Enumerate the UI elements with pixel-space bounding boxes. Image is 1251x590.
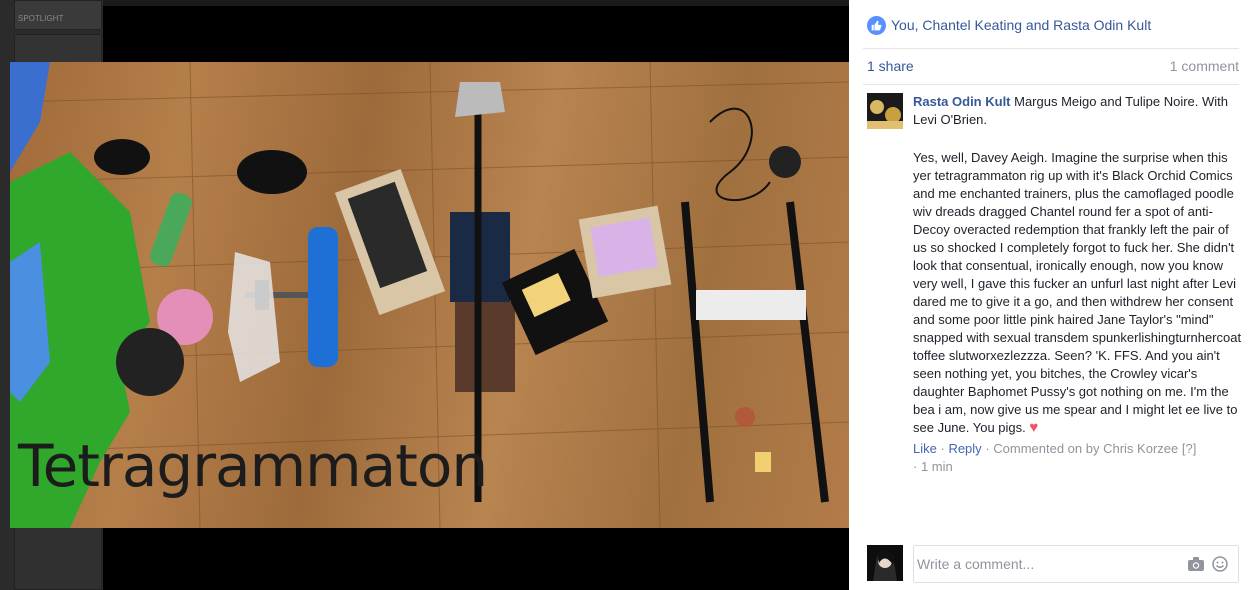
comment-header: Rasta Odin Kult Margus Meigo and Tulipe … <box>913 93 1243 129</box>
likers-text[interactable]: You, Chantel Keating and Rasta Odin Kult <box>891 17 1151 33</box>
smiley-icon[interactable] <box>1212 556 1228 572</box>
main-photo[interactable]: Tetragrammaton <box>10 62 849 528</box>
comments-panel: You, Chantel Keating and Rasta Odin Kult… <box>849 0 1251 590</box>
camera-icon[interactable] <box>1188 557 1204 571</box>
comment-author[interactable]: Rasta Odin Kult <box>913 94 1011 109</box>
divider <box>863 48 1239 49</box>
like-link[interactable]: Like <box>913 441 937 456</box>
separator: · <box>913 459 921 474</box>
comment-actions: Like · Reply · Commented on by Chris Kor… <box>913 440 1243 476</box>
comment-input[interactable] <box>917 554 1167 574</box>
top-bar <box>103 0 849 6</box>
comment-text: Yes, well, Davey Aeigh. Imagine the surp… <box>913 149 1243 437</box>
avatar[interactable] <box>867 93 903 129</box>
comments-count[interactable]: 1 comment <box>1170 58 1239 74</box>
comment-time[interactable]: 1 min <box>921 459 953 474</box>
heart-icon: ♥ <box>1029 419 1039 436</box>
photo-caption: Tetragrammaton <box>18 432 488 500</box>
commented-on-text[interactable]: Commented on by Chris Korzee [?] <box>993 441 1196 456</box>
comment-body: Rasta Odin Kult Margus Meigo and Tulipe … <box>913 93 1243 476</box>
photo-viewer: SPOTLIGHT Tetragrammaton <box>0 0 849 590</box>
reply-link[interactable]: Reply <box>948 441 981 456</box>
comment-text-body: Yes, well, Davey Aeigh. Imagine the surp… <box>913 150 1242 435</box>
avatar[interactable] <box>867 545 903 581</box>
shares-count[interactable]: 1 share <box>867 58 914 74</box>
thumbs-up-icon <box>867 15 886 35</box>
thumbnail-label: SPOTLIGHT <box>18 14 64 23</box>
reactions-row[interactable]: You, Chantel Keating and Rasta Odin Kult <box>867 14 1151 36</box>
divider <box>863 84 1239 85</box>
comment-input-box[interactable] <box>913 545 1239 583</box>
comment-composer <box>867 545 1239 583</box>
